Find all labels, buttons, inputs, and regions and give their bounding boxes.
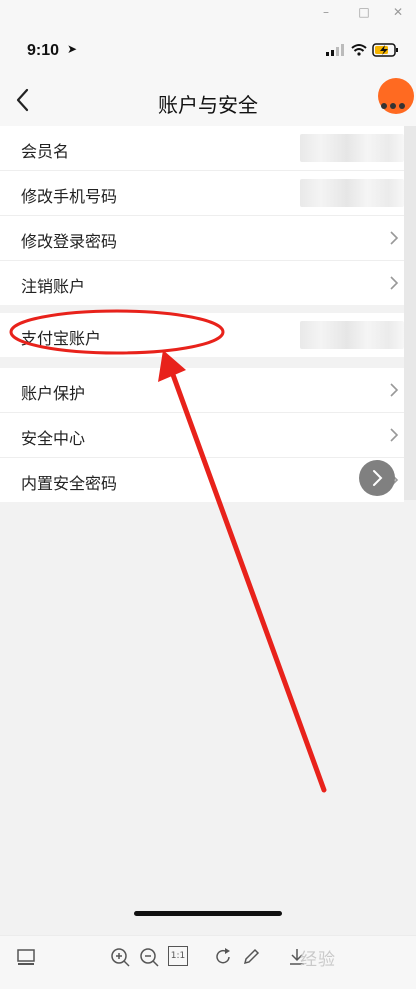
battery-charging-icon <box>372 43 398 57</box>
floating-next-button[interactable] <box>359 460 395 496</box>
redacted-value <box>300 321 404 349</box>
chevron-right-icon <box>390 383 399 397</box>
row-label: 修改手机号码 <box>21 187 118 206</box>
window-title-bar: – □ ✕ <box>0 0 416 25</box>
row-label: 账户保护 <box>21 384 86 403</box>
navigation-bar: 账户与安全 <box>0 76 416 126</box>
location-arrow-icon: ➤ <box>67 42 78 56</box>
settings-group-alipay: 支付宝账户 <box>0 313 404 357</box>
row-builtin-security-password[interactable]: 内置安全密码 <box>0 458 404 502</box>
home-indicator <box>134 911 282 916</box>
row-account-protection[interactable]: 账户保护 <box>0 368 404 413</box>
status-time: 9:10 <box>27 42 60 59</box>
row-label: 支付宝账户 <box>21 329 102 348</box>
cellular-signal-icon <box>326 44 344 56</box>
zoom-out-icon[interactable] <box>138 946 160 968</box>
redacted-value <box>300 179 404 207</box>
settings-group-account: 会员名 修改手机号码 修改登录密码 注销账户 <box>0 126 404 305</box>
status-bar: 9:10 ➤ <box>0 24 416 76</box>
zoom-in-icon[interactable] <box>109 946 131 968</box>
panel-icon[interactable] <box>15 946 37 968</box>
row-cancel-account[interactable]: 注销账户 <box>0 261 404 305</box>
row-label: 会员名 <box>21 142 70 161</box>
row-label: 注销账户 <box>21 277 86 296</box>
row-label: 修改登录密码 <box>21 232 118 251</box>
wifi-icon <box>351 44 367 56</box>
row-label: 安全中心 <box>21 429 86 448</box>
redacted-value <box>300 134 404 162</box>
edit-pencil-icon[interactable] <box>240 946 262 968</box>
page-title: 账户与安全 <box>158 93 258 117</box>
minimize-icon[interactable]: – <box>318 4 334 20</box>
chevron-right-icon <box>390 231 399 245</box>
row-label: 内置安全密码 <box>21 474 118 493</box>
maximize-icon[interactable]: □ <box>356 4 372 20</box>
chevron-right-icon <box>390 276 399 290</box>
chevron-right-icon <box>390 428 399 442</box>
more-dots-icon[interactable] <box>381 94 409 109</box>
close-icon[interactable]: ✕ <box>390 4 406 20</box>
watermark-text: 经验 <box>300 950 336 970</box>
settings-group-security: 账户保护 安全中心 内置安全密码 <box>0 368 404 502</box>
row-member-name[interactable]: 会员名 <box>0 126 404 171</box>
row-change-phone[interactable]: 修改手机号码 <box>0 171 404 216</box>
rotate-icon[interactable] <box>212 946 234 968</box>
row-alipay-account[interactable]: 支付宝账户 <box>0 313 404 357</box>
chevron-right-icon <box>373 470 383 486</box>
row-change-login-password[interactable]: 修改登录密码 <box>0 216 404 261</box>
viewer-toolbar: 1:1 经验 <box>0 935 416 989</box>
actual-size-icon[interactable]: 1:1 <box>168 946 188 966</box>
row-security-center[interactable]: 安全中心 <box>0 413 404 458</box>
scroll-edge <box>404 126 416 500</box>
